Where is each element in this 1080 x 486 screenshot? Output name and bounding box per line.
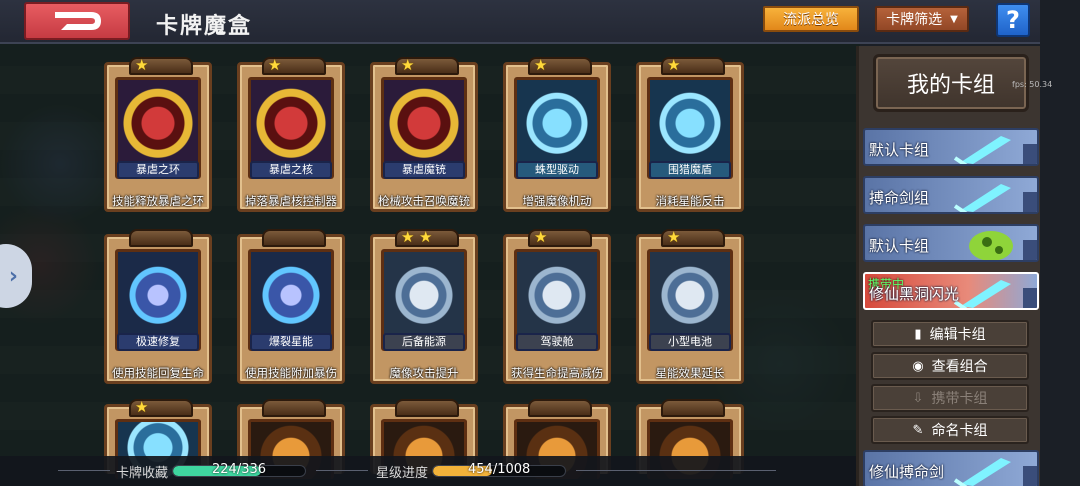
- view-combo-button[interactable]: ◉ 查看组合: [871, 352, 1029, 380]
- card-name: 围猎魔盾: [649, 161, 731, 179]
- card-name: 暴虐之核: [250, 161, 332, 179]
- page-title: 卡牌魔盒: [156, 14, 253, 39]
- carry-deck-button[interactable]: ⇩ 携带卡组: [871, 384, 1029, 412]
- card-description: 使用技能附加暴伤: [245, 366, 337, 380]
- card-description: 获得生命提高减伤: [511, 366, 603, 380]
- card[interactable]: 极速修复使用技能回复生命: [104, 229, 212, 384]
- star-icon: ★: [534, 56, 548, 74]
- card-filter-label: 卡牌筛选: [886, 12, 943, 28]
- card-name: 极速修复: [117, 333, 199, 351]
- edit-deck-label: 编辑卡组: [929, 327, 986, 343]
- card-crown-frame: [129, 229, 193, 247]
- slime-icon: [969, 231, 1013, 260]
- sword-icon: [953, 458, 1011, 486]
- sword-icon: [953, 184, 1011, 212]
- card[interactable]: 爆裂星能使用技能附加暴伤: [237, 229, 345, 384]
- card-name: 后备能源: [383, 333, 465, 351]
- card[interactable]: ★ ★ 后备能源魔像攻击提升: [370, 228, 478, 384]
- deck-panel-title: 我的卡组: [873, 54, 1029, 112]
- deck-item[interactable]: 搏命剑组: [863, 176, 1039, 214]
- card-crown-frame: [661, 399, 725, 417]
- star-icon: ★: [667, 56, 681, 74]
- help-button[interactable]: ?: [996, 3, 1030, 37]
- deck-tab: [1023, 288, 1037, 308]
- star-icon: ★: [401, 228, 415, 246]
- collect-label: 卡牌收藏: [116, 466, 169, 481]
- card-name: 小型电池: [649, 333, 731, 351]
- collection-progress-bar: 卡牌收藏 224/336 星级进度 454/1008: [0, 456, 860, 486]
- rename-deck-button[interactable]: ✎ 命名卡组: [871, 416, 1029, 444]
- card[interactable]: ★ 暴虐魔铳枪械攻击召唤魔铳: [370, 56, 478, 212]
- genre-overview-button[interactable]: 流派总览: [763, 6, 859, 32]
- card-description: 掉落暴虐核控制器: [245, 194, 337, 208]
- card-description: 魔像攻击提升: [389, 366, 459, 380]
- deck-item[interactable]: 修仙搏命剑: [863, 450, 1039, 486]
- sword-icon: [953, 136, 1011, 164]
- card-crown-frame: [395, 399, 459, 417]
- divider-line: [316, 470, 368, 471]
- card[interactable]: ★ 围猎魔盾消耗星能反击: [636, 56, 744, 212]
- card-description: 枪械攻击召唤魔铳: [378, 194, 470, 208]
- eye-icon: ◉: [912, 358, 924, 374]
- card-description: 使用技能回复生命: [112, 366, 204, 380]
- deck-item-active[interactable]: 携带中 修仙黑洞闪光: [863, 272, 1039, 310]
- deck-item[interactable]: 默认卡组: [863, 224, 1039, 262]
- card-name: 爆裂星能: [250, 333, 332, 351]
- deck-name: 搏命剑组: [869, 189, 930, 207]
- collect-value: 224/336: [212, 462, 267, 477]
- card-name: 蛛型驱动: [516, 161, 598, 179]
- card[interactable]: ★ 暴虐之环技能释放暴虐之环: [104, 56, 212, 212]
- star-value: 454/1008: [468, 462, 531, 477]
- fps-counter: fps: 50.34: [1012, 80, 1053, 89]
- copy-icon: ▮: [914, 326, 922, 342]
- pencil-icon: ✎: [912, 422, 924, 438]
- view-combo-label: 查看组合: [931, 359, 988, 375]
- back-arrow-icon: [55, 12, 101, 30]
- card-name: 暴虐之环: [117, 161, 199, 179]
- card-name: 驾驶舱: [516, 333, 598, 351]
- card-description: 消耗星能反击: [655, 194, 725, 208]
- deck-item[interactable]: 默认卡组: [863, 128, 1039, 166]
- star-icon: ★: [667, 228, 681, 246]
- star-icon: ★: [419, 228, 433, 246]
- top-bar: 卡牌魔盒 流派总览 卡牌筛选 ▼ ?: [0, 0, 1040, 44]
- rename-deck-label: 命名卡组: [931, 423, 988, 439]
- deck-tab: [1023, 144, 1037, 164]
- deck-name: 默认卡组: [869, 237, 930, 255]
- back-button[interactable]: [24, 2, 130, 40]
- card-filter-dropdown[interactable]: 卡牌筛选 ▼: [875, 6, 969, 32]
- deck-tab: [1023, 192, 1037, 212]
- edit-deck-button[interactable]: ▮ 编辑卡组: [871, 320, 1029, 348]
- star-icon: ★: [135, 56, 149, 74]
- star-label: 星级进度: [376, 466, 429, 481]
- chevron-down-icon: ▼: [950, 13, 958, 25]
- deck-name: 默认卡组: [869, 141, 930, 159]
- card-crown-frame: [528, 399, 592, 417]
- deck-panel: 我的卡组 默认卡组 搏命剑组 默认卡组 携带中 修仙黑洞闪光 ▮ 编辑卡组 ◉ …: [856, 46, 1040, 486]
- card-description: 技能释放暴虐之环: [112, 194, 204, 208]
- carry-deck-label: 携带卡组: [931, 391, 988, 407]
- sword-icon: [953, 280, 1011, 308]
- deck-name: 修仙搏命剑: [869, 463, 945, 481]
- card[interactable]: ★ 小型电池星能效果延长: [636, 228, 744, 384]
- card[interactable]: ★ 暴虐之核掉落暴虐核控制器: [237, 56, 345, 212]
- star-icon: ★: [401, 56, 415, 74]
- card-description: 星能效果延长: [655, 366, 725, 380]
- star-icon: ★: [135, 398, 149, 416]
- card[interactable]: ★ 驾驶舱获得生命提高减伤: [503, 228, 611, 384]
- deck-tab: [1023, 466, 1037, 486]
- download-icon: ⇩: [912, 390, 924, 406]
- deck-name: 修仙黑洞闪光: [869, 285, 960, 303]
- divider-line: [58, 470, 110, 471]
- card-name: 暴虐魔铳: [383, 161, 465, 179]
- card-crown-frame: [262, 399, 326, 417]
- divider-line: [576, 470, 776, 471]
- card-crown-frame: [262, 229, 326, 247]
- star-icon: ★: [268, 56, 282, 74]
- card-description: 增强魔像机动: [522, 194, 592, 208]
- card[interactable]: ★ 蛛型驱动增强魔像机动: [503, 56, 611, 212]
- deck-tab: [1023, 240, 1037, 260]
- star-icon: ★: [534, 228, 548, 246]
